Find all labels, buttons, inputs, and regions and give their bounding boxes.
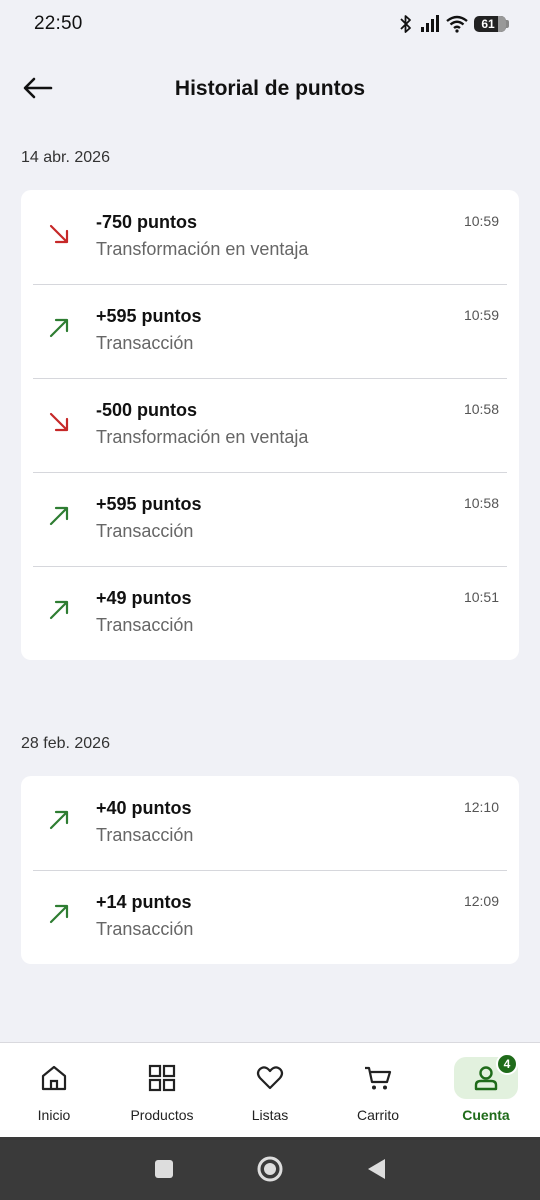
direction-indicator — [21, 890, 96, 926]
page-title: Historial de puntos — [174, 77, 366, 100]
grid-icon — [148, 1064, 176, 1092]
arrow-down-right-icon — [49, 224, 68, 244]
direction-indicator — [21, 796, 96, 832]
home-circle-icon[interactable] — [255, 1154, 285, 1184]
history-row[interactable]: +595 puntos Transacción 10:59 — [21, 284, 519, 378]
points-amount: -750 puntos — [96, 212, 198, 232]
nav-item-productos[interactable]: Productos — [112, 1057, 212, 1123]
transaction-type: Transacción — [96, 333, 194, 353]
nav-item-cuenta[interactable]: 4 Cuenta — [436, 1053, 536, 1123]
wifi-icon — [446, 15, 468, 33]
history-row[interactable]: +40 puntos Transacción 12:10 — [21, 776, 519, 870]
history-row[interactable]: +14 puntos Transacción 12:09 — [21, 870, 519, 964]
row-texts: +595 puntos Transacción — [96, 492, 464, 542]
back-button[interactable] — [20, 70, 56, 106]
direction-indicator — [21, 304, 96, 340]
direction-indicator — [21, 398, 96, 434]
points-amount: +40 puntos — [96, 798, 192, 818]
arrow-up-right-icon — [49, 318, 68, 338]
back-triangle-icon[interactable] — [365, 1157, 387, 1181]
section-date: 28 feb. 2026 — [21, 735, 110, 752]
transaction-time: 10:59 — [463, 213, 499, 229]
transaction-time: 10:59 — [463, 307, 499, 323]
battery-icon: 61 — [474, 16, 509, 32]
transaction-time: 10:58 — [463, 401, 499, 417]
arrow-up-right-icon — [49, 904, 68, 924]
direction-indicator — [21, 210, 96, 246]
nav-label-listas: Listas — [251, 1107, 289, 1123]
points-history-list[interactable]: 14 abr. 2026 -750 puntos Transformación … — [0, 130, 540, 1040]
section-date: 14 abr. 2026 — [21, 149, 110, 166]
nav-item-inicio[interactable]: Inicio — [4, 1057, 104, 1123]
recents-icon[interactable] — [153, 1158, 175, 1180]
battery-level: 61 — [481, 17, 495, 31]
arrow-up-right-icon — [49, 506, 68, 526]
status-time: 22:50 — [34, 13, 83, 34]
app-bar: Historial de puntos — [0, 60, 540, 118]
points-amount: +14 puntos — [96, 892, 192, 912]
transaction-type: Transacción — [96, 919, 194, 939]
transaction-time: 10:51 — [463, 589, 499, 605]
cart-icon — [365, 1066, 392, 1090]
arrow-up-right-icon — [49, 810, 68, 830]
signal-icon — [421, 15, 439, 32]
history-row[interactable]: +49 puntos Transacción 10:51 — [21, 566, 519, 660]
arrow-up-right-icon — [49, 600, 68, 620]
nav-item-carrito[interactable]: Carrito — [328, 1057, 428, 1123]
nav-label-inicio: Inicio — [37, 1107, 71, 1123]
cuenta-badge: 4 — [496, 1053, 518, 1075]
transaction-type: Transacción — [96, 825, 194, 845]
section-date: 01 dic. 2023 — [0, 1020, 540, 1040]
transaction-time: 10:58 — [463, 495, 499, 511]
direction-indicator — [21, 586, 96, 622]
status-icons: 61 — [398, 14, 509, 34]
nav-label-cuenta: Cuenta — [462, 1107, 510, 1123]
row-texts: +49 puntos Transacción — [96, 586, 464, 636]
bottom-navigation: Inicio Productos Listas Carrito 4 Cuenta — [0, 1042, 540, 1137]
transaction-type: Transformación en ventaja — [96, 239, 309, 259]
heart-icon — [256, 1066, 284, 1090]
system-navigation — [0, 1137, 540, 1200]
history-card: +40 puntos Transacción 12:10 +14 puntos … — [21, 776, 519, 964]
row-texts: -500 puntos Transformación en ventaja — [96, 398, 464, 448]
row-texts: +14 puntos Transacción — [96, 890, 464, 940]
arrow-down-right-icon — [49, 412, 68, 432]
points-amount: +49 puntos — [96, 588, 192, 608]
points-amount: +595 puntos — [96, 306, 202, 326]
transaction-time: 12:10 — [463, 799, 499, 815]
bluetooth-icon — [400, 15, 411, 33]
transaction-time: 12:09 — [463, 893, 499, 909]
transaction-type: Transacción — [96, 615, 194, 635]
home-icon — [41, 1065, 67, 1091]
history-row[interactable]: +595 puntos Transacción 10:58 — [21, 472, 519, 566]
status-bar: 22:50 61 — [0, 0, 540, 48]
row-texts: +595 puntos Transacción — [96, 304, 464, 354]
arrow-left-icon — [23, 77, 53, 99]
row-texts: +40 puntos Transacción — [96, 796, 464, 846]
transaction-type: Transformación en ventaja — [96, 427, 309, 447]
nav-item-listas[interactable]: Listas — [220, 1057, 320, 1123]
nav-label-carrito: Carrito — [356, 1107, 399, 1123]
row-texts: -750 puntos Transformación en ventaja — [96, 210, 464, 260]
history-row[interactable]: -500 puntos Transformación en ventaja 10… — [21, 378, 519, 472]
nav-label-productos: Productos — [130, 1107, 194, 1123]
history-row[interactable]: -750 puntos Transformación en ventaja 10… — [21, 190, 519, 284]
direction-indicator — [21, 492, 96, 528]
transaction-type: Transacción — [96, 521, 194, 541]
points-amount: -500 puntos — [96, 400, 198, 420]
points-amount: +595 puntos — [96, 494, 202, 514]
history-card: -750 puntos Transformación en ventaja 10… — [21, 190, 519, 660]
